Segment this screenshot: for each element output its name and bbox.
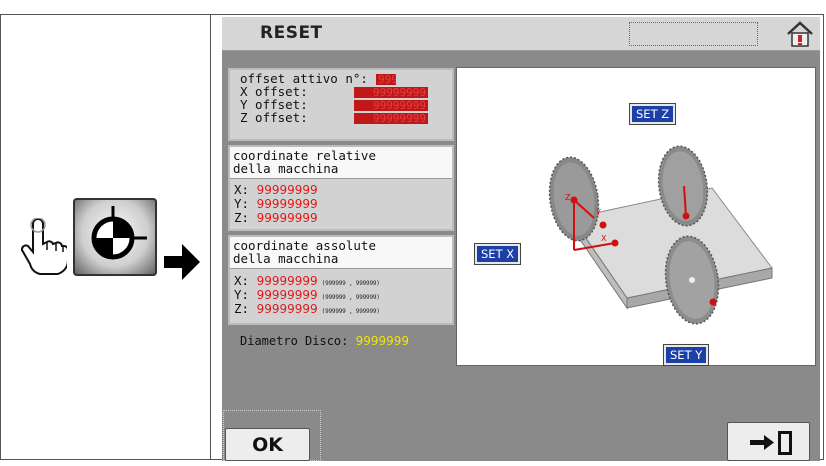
absolute-x-range: (999999 , 999999) (321, 280, 380, 287)
right-arrow-icon (164, 244, 200, 280)
relative-x-row: X: 99999999 (234, 183, 318, 197)
relative-coordinates-panel: coordinate relative della macchina X: 99… (228, 145, 454, 231)
relative-title-line2: della macchina (233, 161, 339, 176)
z-offset-value: 99999999 (354, 113, 428, 124)
absolute-z-axis: Z: (234, 301, 250, 316)
exit-button[interactable] (727, 422, 810, 461)
absolute-z-range: (999999 , 999999) (321, 308, 380, 315)
machine-diagram: Z Y X SET Z SET X SET Y (456, 67, 816, 366)
diagram-axis-x: X (601, 234, 607, 243)
relative-coordinates-header: coordinate relative della macchina (230, 147, 452, 179)
title-bar: RESET (222, 17, 820, 51)
relative-y-row: Y: 99999999 (234, 197, 318, 211)
set-z-button[interactable]: SET Z (630, 104, 676, 124)
relative-z-row: Z: 99999999 (234, 211, 318, 225)
exit-door-icon (750, 431, 792, 455)
relative-x-value: 99999999 (256, 183, 318, 197)
relative-y-axis: Y: (234, 196, 250, 211)
absolute-x-axis: X: (234, 273, 250, 288)
disc-diameter: Diametro Disco: 9999999 (240, 334, 409, 348)
relative-y-value: 99999999 (256, 197, 318, 211)
instruction-column (0, 0, 210, 461)
absolute-title-line2: della macchina (233, 251, 339, 266)
z-offset-label: Z offset: (240, 110, 308, 125)
absolute-y-axis: Y: (234, 287, 250, 302)
pointing-hand-icon (20, 218, 67, 275)
x-offset-value: 99999999 (354, 87, 428, 98)
title-field (629, 22, 758, 46)
column-divider (210, 14, 211, 460)
set-y-button[interactable]: SET Y (664, 345, 709, 365)
absolute-z-value: 99999999 (256, 302, 318, 316)
active-offset-value: 999 (376, 74, 396, 85)
absolute-y-value: 99999999 (256, 288, 318, 302)
relative-z-axis: Z: (234, 210, 250, 225)
relative-x-axis: X: (234, 182, 250, 197)
ok-button[interactable]: OK (225, 428, 310, 461)
crosshair-target-icon (91, 206, 147, 260)
machine-screen: RESET offset attivo n°: 999 X offset: 99… (222, 17, 820, 461)
y-offset-value: 99999999 (354, 100, 428, 111)
absolute-coordinates-panel: coordinate assolute della macchina X: 99… (228, 235, 454, 325)
reset-button-icon (73, 198, 157, 276)
absolute-coordinates-header: coordinate assolute della macchina (230, 237, 452, 269)
absolute-x-value: 99999999 (256, 274, 318, 288)
set-x-button[interactable]: SET X (475, 244, 521, 264)
page-title: RESET (260, 23, 323, 43)
diagram-axis-z: Z (565, 193, 571, 202)
disc-diameter-label: Diametro Disco: (240, 334, 349, 348)
relative-z-value: 99999999 (256, 211, 318, 225)
absolute-y-range: (999999 , 999999) (321, 294, 380, 301)
diagram-axis-y: Y (595, 208, 601, 217)
absolute-z-row: Z: 99999999 (999999 , 999999) (234, 302, 380, 318)
offset-panel: offset attivo n°: 999 X offset: 99999999… (228, 68, 454, 141)
disc-diameter-value: 9999999 (355, 334, 410, 348)
home-warning-icon[interactable] (785, 20, 815, 48)
